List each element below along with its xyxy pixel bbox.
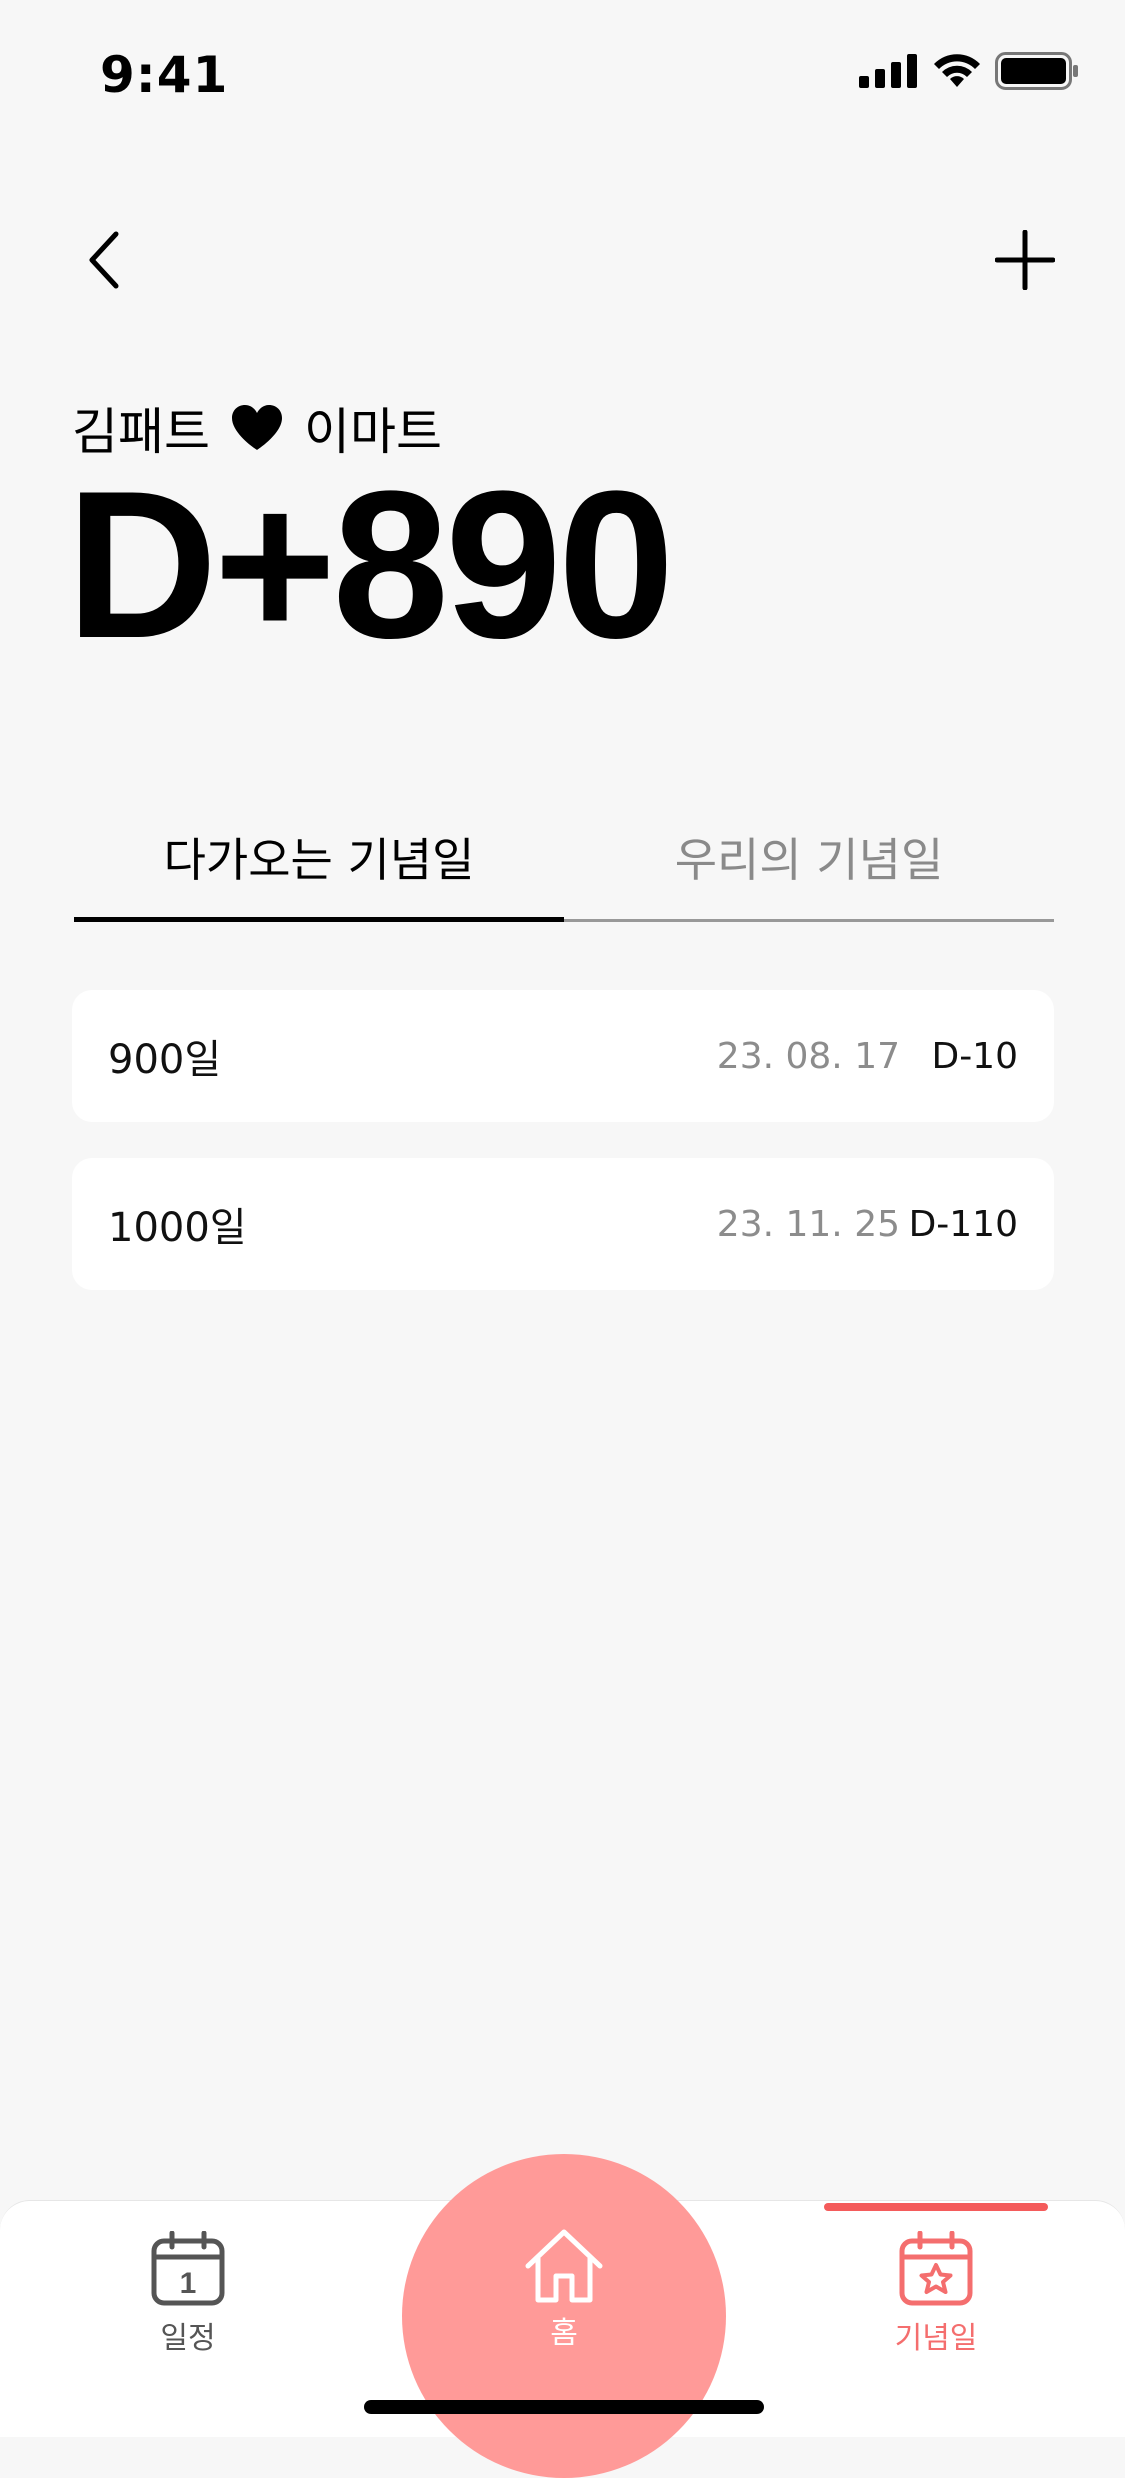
tab-bar-schedule[interactable]: 1 일정 xyxy=(98,2231,278,2371)
calendar-icon: 1 xyxy=(151,2231,225,2306)
home-indicator xyxy=(364,2400,764,2414)
status-bar: 9:41 xyxy=(0,0,1125,150)
battery-icon xyxy=(995,52,1078,90)
list-item[interactable]: 1000일 23. 11. 25 D-110 xyxy=(72,1158,1054,1290)
anniversary-dday: D-110 xyxy=(908,1203,1018,1245)
calendar-icon-number: 1 xyxy=(180,2267,197,2300)
anniversary-dday: D-10 xyxy=(931,1035,1018,1077)
wifi-icon xyxy=(934,54,980,87)
tab-bar-home-label: 홈 xyxy=(550,2316,578,2351)
anniversary-name: 900일 xyxy=(108,1037,222,1083)
calendar-star-icon xyxy=(899,2231,973,2306)
chevron-left-icon xyxy=(89,231,119,289)
heart-icon xyxy=(232,405,282,450)
plus-icon xyxy=(995,230,1055,290)
anniversary-date: 23. 08. 17 xyxy=(716,1035,900,1077)
anniversary-date: 23. 11. 25 xyxy=(716,1203,900,1245)
dday-counter: D+890 xyxy=(66,447,675,682)
tab-upcoming-anniversaries[interactable]: 다가오는 기념일 xyxy=(74,810,564,922)
tab-active-indicator xyxy=(74,917,564,922)
back-button[interactable] xyxy=(72,220,136,300)
signal-icon xyxy=(859,54,917,88)
tab-bar-home[interactable]: 홈 xyxy=(492,2226,636,2356)
add-button[interactable] xyxy=(985,220,1065,300)
nav-bar xyxy=(0,220,1125,300)
anniversary-list: 900일 23. 08. 17 D-10 1000일 23. 11. 25 D-… xyxy=(72,990,1054,1326)
list-item[interactable]: 900일 23. 08. 17 D-10 xyxy=(72,990,1054,1122)
tab-bar-anniversary-label: 기념일 xyxy=(894,2321,978,2356)
status-time: 9:41 xyxy=(100,46,229,104)
tab-bar-anniversary[interactable]: 기념일 xyxy=(846,2231,1026,2371)
anniversary-tabs: 다가오는 기념일 우리의 기념일 xyxy=(74,810,1054,922)
anniversary-name: 1000일 xyxy=(108,1205,247,1251)
home-icon xyxy=(525,2229,603,2303)
tab-bar-active-indicator xyxy=(824,2203,1048,2211)
tab-bar-schedule-label: 일정 xyxy=(160,2321,216,2356)
tab-our-anniversaries[interactable]: 우리의 기념일 xyxy=(564,810,1054,922)
status-icons xyxy=(859,52,1079,90)
